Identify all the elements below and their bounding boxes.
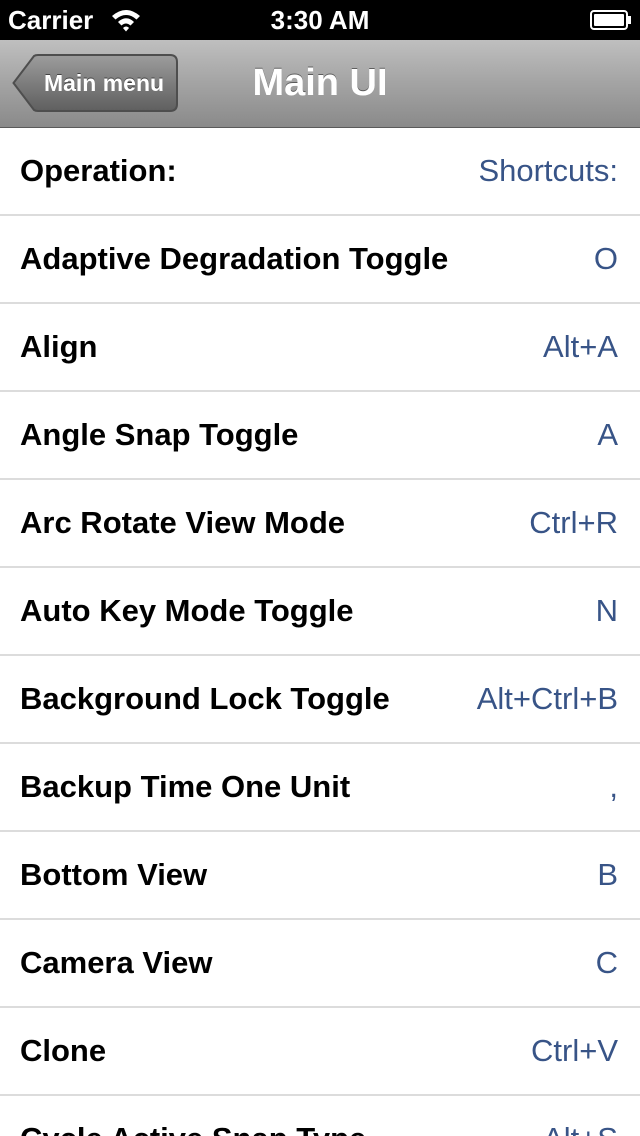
table-row[interactable]: Angle Snap Toggle A — [0, 392, 640, 480]
row-title: Align — [20, 329, 98, 364]
table-row[interactable]: Backup Time One Unit , — [0, 744, 640, 832]
row-title: Clone — [20, 1033, 107, 1068]
row-title: Cycle Active Snap Type — [20, 1096, 366, 1136]
row-shortcut: Alt+A — [543, 329, 618, 364]
row-title: Adaptive Degradation Toggle — [20, 241, 449, 276]
row-shortcut: Alt+Ctrl+B — [476, 681, 618, 716]
table-row[interactable]: Arc Rotate View Mode Ctrl+R — [0, 480, 640, 568]
row-title: Camera View — [20, 945, 213, 980]
table-row[interactable]: Bottom View B — [0, 832, 640, 920]
table-row[interactable]: Cycle Active Snap Type Alt+S — [0, 1096, 640, 1136]
table-row[interactable]: Camera View C — [0, 920, 640, 1008]
row-title: Angle Snap Toggle — [20, 417, 299, 452]
row-title: Arc Rotate View Mode — [20, 505, 346, 540]
table-row[interactable]: Align Alt+A — [0, 304, 640, 392]
battery-icon — [590, 10, 631, 30]
back-button-label: Main menu — [43, 70, 165, 96]
shortcuts-header: Shortcuts: — [478, 153, 618, 188]
row-shortcut: N — [595, 593, 618, 628]
page-title: Main UI — [252, 62, 388, 104]
row-shortcut: , — [609, 769, 618, 804]
row-title: Bottom View — [20, 857, 208, 892]
row-shortcut: Ctrl+R — [529, 505, 618, 540]
row-title: Auto Key Mode Toggle — [20, 593, 354, 628]
table-row[interactable]: Clone Ctrl+V — [0, 1008, 640, 1096]
operation-header: Operation: — [20, 153, 177, 188]
table-row[interactable]: Background Lock Toggle Alt+Ctrl+B — [0, 656, 640, 744]
row-shortcut: Alt+S — [543, 1096, 618, 1136]
table-row[interactable]: Adaptive Degradation Toggle O — [0, 216, 640, 304]
back-button[interactable]: Main menu — [12, 54, 178, 112]
table-header-row: Operation: Shortcuts: — [0, 128, 640, 216]
row-shortcut: A — [597, 417, 618, 452]
row-shortcut: B — [597, 857, 618, 892]
row-shortcut: C — [595, 945, 618, 980]
row-shortcut: Ctrl+V — [531, 1033, 618, 1068]
row-title: Background Lock Toggle — [20, 681, 390, 716]
navigation-bar: Main menu Main UI — [0, 40, 640, 128]
shortcuts-table: Operation: Shortcuts: Adaptive Degradati… — [0, 128, 640, 1136]
status-bar: Carrier 3:30 AM — [0, 0, 640, 40]
table-row[interactable]: Auto Key Mode Toggle N — [0, 568, 640, 656]
row-title: Backup Time One Unit — [20, 769, 351, 804]
status-time: 3:30 AM — [270, 5, 370, 35]
row-shortcut: O — [593, 241, 618, 276]
app-screen: Carrier 3:30 AM Main menu Main UI Operat… — [0, 0, 640, 1136]
